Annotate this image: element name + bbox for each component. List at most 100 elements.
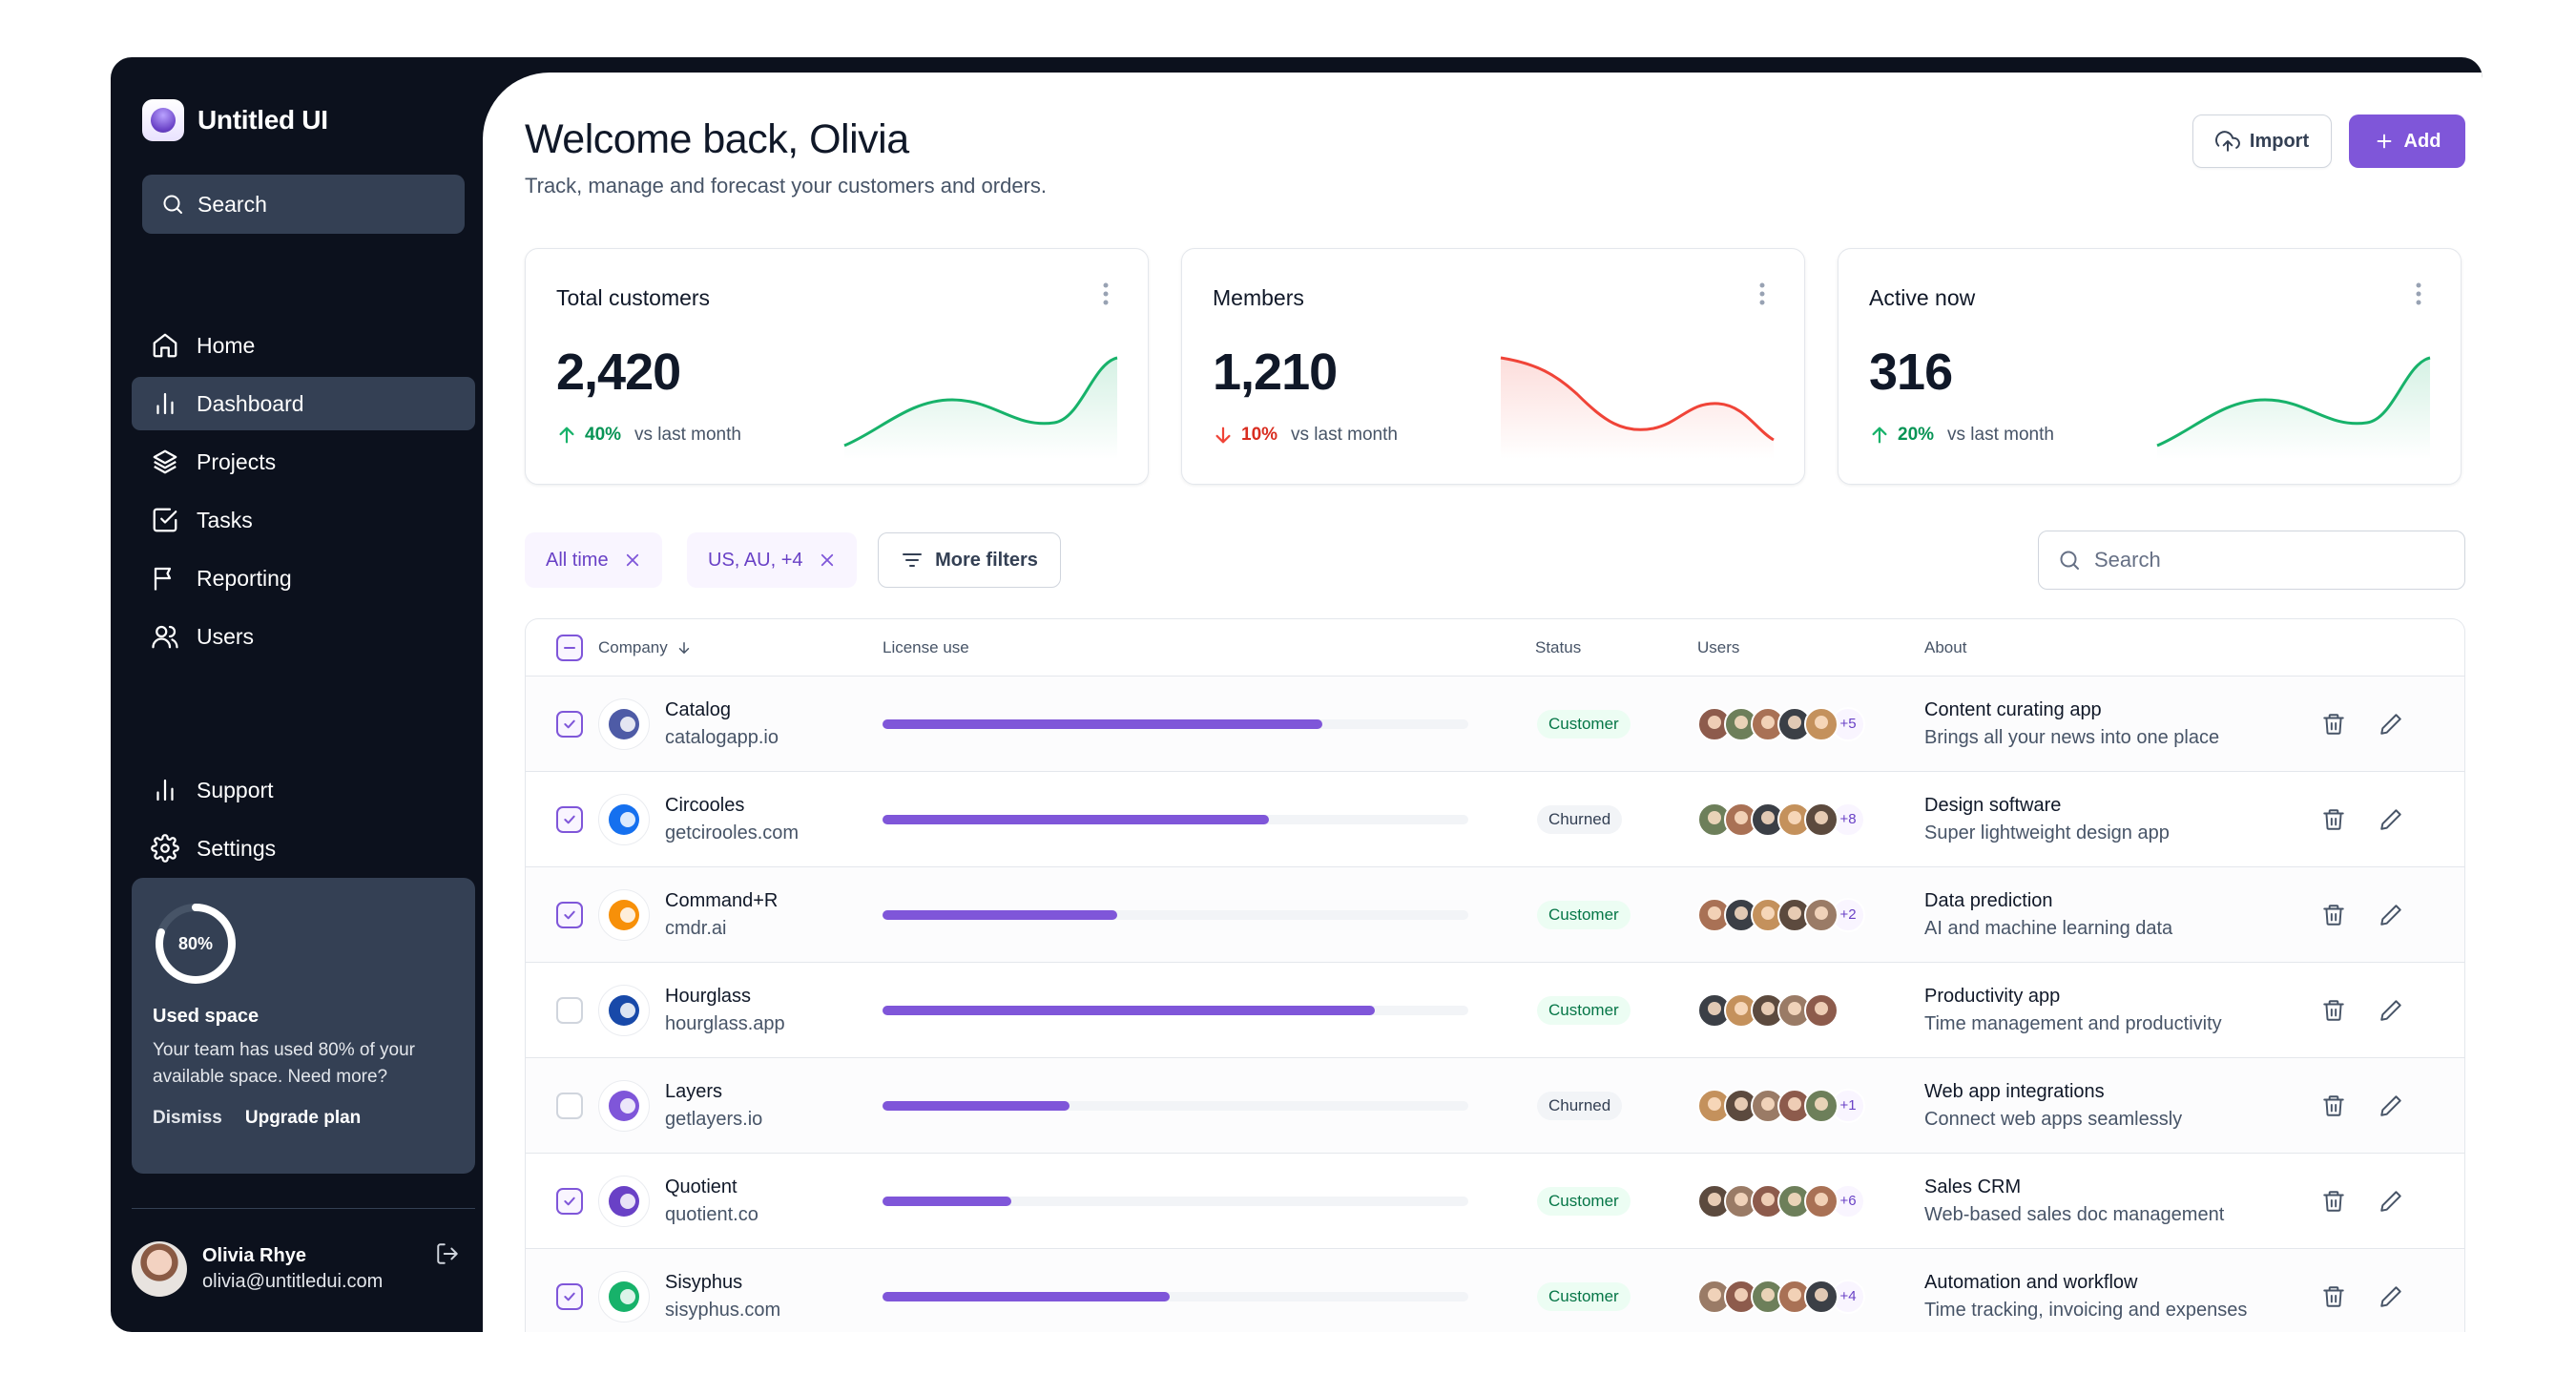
company-domain: sisyphus.com (665, 1299, 781, 1321)
edit-pencil-icon[interactable] (2379, 807, 2403, 832)
usage-description: Your team has used 80% of your available… (153, 1040, 415, 1087)
check-icon (564, 719, 575, 728)
table-row[interactable]: Circooles getcirooles.com Churned +8 Des… (526, 772, 2464, 867)
account-row: Olivia Rhye olivia@untitledui.com (132, 1208, 475, 1297)
about-subtitle: Web-based sales doc management (1924, 1203, 2225, 1225)
trash-icon[interactable] (2321, 807, 2346, 832)
more-vertical-icon[interactable] (2415, 281, 2422, 306)
sparkline-chart (2156, 356, 2431, 459)
row-checkbox[interactable] (556, 1282, 583, 1310)
table-row[interactable]: Quotient quotient.co Customer +6 Sales C… (526, 1154, 2464, 1249)
more-vertical-icon[interactable] (1102, 281, 1110, 306)
dismiss-button[interactable]: Dismiss (153, 1108, 222, 1129)
trash-icon[interactable] (2321, 1093, 2346, 1118)
close-icon[interactable] (819, 552, 836, 569)
status-badge: Churned (1537, 1091, 1623, 1120)
user-email: olivia@untitledui.com (202, 1271, 384, 1292)
user-avatar[interactable] (1804, 992, 1839, 1028)
arrow-down-icon (1215, 427, 1231, 444)
stat-delta-value: 40% (585, 425, 622, 445)
stat-cards: Total customers 2,420 40% vs last month … (525, 248, 2462, 485)
trash-icon[interactable] (2321, 1284, 2346, 1309)
row-checkbox[interactable] (556, 710, 583, 738)
brand[interactable]: Untitled UI (142, 99, 328, 141)
stat-delta: 10% vs last month (1213, 425, 1398, 446)
about-subtitle: Brings all your news into one place (1924, 726, 2220, 748)
sidebar-item-users[interactable]: Users (132, 610, 475, 663)
user-avatar[interactable] (1804, 1279, 1839, 1314)
company-logo-icon (598, 984, 650, 1036)
row-checkbox[interactable] (556, 996, 583, 1024)
sidebar-item-projects[interactable]: Projects (132, 435, 475, 489)
company-domain: cmdr.ai (665, 917, 727, 939)
table-row[interactable]: Layers getlayers.io Churned +1 Web app i… (526, 1058, 2464, 1154)
user-avatar[interactable] (1804, 706, 1839, 741)
app-window: Untitled UI Search Home Dashboard Projec… (111, 57, 2483, 1332)
trash-icon[interactable] (2321, 712, 2346, 737)
company-name: Sisyphus (665, 1271, 743, 1293)
flag-icon (154, 567, 172, 591)
sidebar-item-support[interactable]: Support (132, 763, 475, 817)
row-checkbox[interactable] (556, 1187, 583, 1215)
arrow-up-icon (1872, 427, 1887, 444)
import-button[interactable]: Import (2192, 114, 2332, 168)
upgrade-plan-button[interactable]: Upgrade plan (245, 1108, 361, 1129)
sidebar-item-tasks[interactable]: Tasks (132, 493, 475, 547)
arrow-up-icon (559, 427, 574, 444)
trash-icon[interactable] (2321, 903, 2346, 927)
stat-label: Active now (1869, 285, 1976, 310)
trash-icon[interactable] (2321, 998, 2346, 1023)
sidebar-item-reporting[interactable]: Reporting (132, 552, 475, 605)
sidebar-item-home[interactable]: Home (132, 319, 475, 372)
bar-chart-icon (156, 779, 174, 802)
table-row[interactable]: Hourglass hourglass.app Customer Product… (526, 963, 2464, 1058)
stat-value: 2,420 (556, 344, 681, 401)
row-checkbox[interactable] (556, 901, 583, 928)
check-icon (564, 815, 575, 823)
table-row[interactable]: Catalog catalogapp.io Customer +5 Conten… (526, 677, 2464, 772)
filter-chip-region[interactable]: US, AU, +4 (687, 532, 857, 588)
company-name: Command+R (665, 889, 779, 911)
company-name: Catalog (665, 698, 731, 720)
edit-pencil-icon[interactable] (2379, 903, 2403, 927)
row-checkbox[interactable] (556, 805, 583, 833)
user-avatar[interactable] (1804, 897, 1839, 932)
table-search-input[interactable]: Search (2038, 531, 2465, 590)
status-badge: Customer (1537, 1186, 1631, 1216)
table-row[interactable]: Sisyphus sisyphus.com Customer +4 Automa… (526, 1249, 2464, 1332)
user-avatar[interactable] (1804, 802, 1839, 837)
check-icon (564, 1292, 575, 1301)
row-checkbox[interactable] (556, 1092, 583, 1119)
filter-chip-time[interactable]: All time (525, 532, 662, 588)
add-button[interactable]: Add (2349, 114, 2465, 168)
edit-pencil-icon[interactable] (2379, 998, 2403, 1023)
user-avatar[interactable] (1804, 1183, 1839, 1218)
brand-logo (142, 99, 184, 141)
page-subtitle: Track, manage and forecast your customer… (525, 174, 1047, 198)
close-icon[interactable] (624, 552, 641, 569)
sidebar-search-input[interactable]: Search (142, 175, 465, 234)
status-badge: Customer (1537, 900, 1631, 929)
user-avatar[interactable] (1804, 1088, 1839, 1123)
avatar[interactable] (132, 1241, 187, 1297)
sidebar-item-dashboard[interactable]: Dashboard (132, 377, 475, 430)
more-filters-button[interactable]: More filters (878, 532, 1061, 588)
sidebar-item-label: Users (197, 623, 255, 649)
trash-icon[interactable] (2321, 1189, 2346, 1214)
logout-icon[interactable] (435, 1241, 460, 1266)
table-row[interactable]: Command+R cmdr.ai Customer +2 Data predi… (526, 867, 2464, 963)
brand-name: Untitled UI (197, 105, 328, 135)
license-progress-fill (883, 718, 1322, 729)
edit-pencil-icon[interactable] (2379, 1284, 2403, 1309)
stat-label: Total customers (556, 285, 711, 310)
user-avatar-group: +8 (1697, 802, 1865, 837)
select-all-checkbox[interactable] (556, 634, 583, 661)
more-vertical-icon[interactable] (1758, 281, 1766, 306)
sidebar-item-settings[interactable]: Settings (132, 822, 475, 875)
edit-pencil-icon[interactable] (2379, 712, 2403, 737)
edit-pencil-icon[interactable] (2379, 1189, 2403, 1214)
edit-pencil-icon[interactable] (2379, 1093, 2403, 1118)
column-header-company[interactable]: Company (598, 638, 693, 657)
company-domain: hourglass.app (665, 1012, 785, 1034)
about-title: Data prediction (1924, 889, 2053, 911)
